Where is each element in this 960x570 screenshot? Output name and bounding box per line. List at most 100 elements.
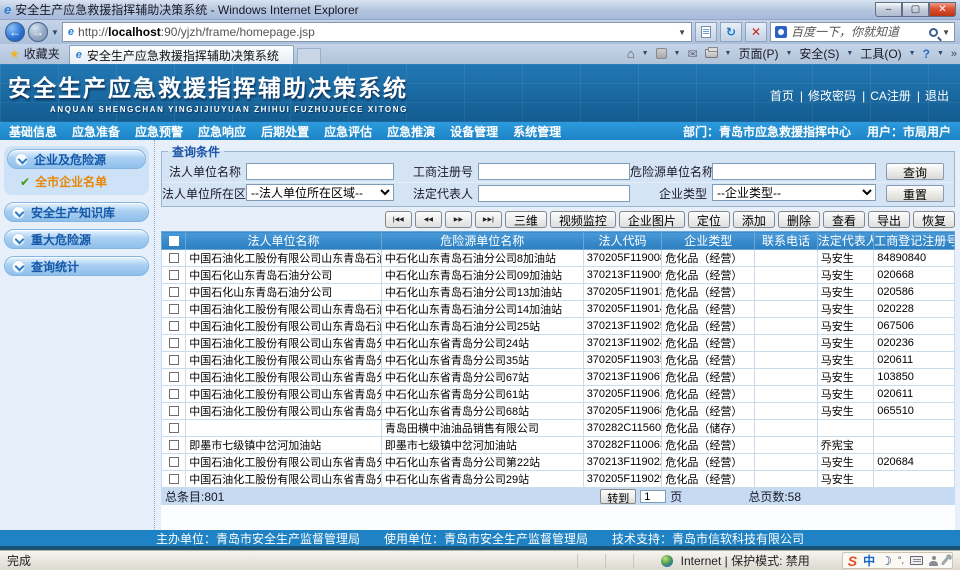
- sidebar-item-city-enterprise-list[interactable]: ✔ 全市企业名单: [7, 169, 146, 191]
- sidebar-item-enterprise-hazard[interactable]: 企业及危险源: [7, 149, 146, 169]
- table-row[interactable]: 中国石油化工股份有限公司山东青岛石油分公司 中石化山东青岛石油分公司14加油站 …: [162, 301, 955, 318]
- table-row[interactable]: 中国石油化工股份有限公司山东省青岛分公司 中石化山东省青岛分公司第22站 370…: [162, 454, 955, 471]
- menu-item[interactable]: 设备管理: [450, 123, 498, 140]
- back-button[interactable]: ←: [5, 22, 25, 42]
- new-tab-button[interactable]: [297, 48, 321, 64]
- table-row[interactable]: 中国石油化工股份有限公司山东省青岛分公司 中石化山东省青岛分公司68站 3702…: [162, 403, 955, 420]
- row-checkbox[interactable]: [169, 406, 179, 416]
- safety-menu[interactable]: 安全(S): [799, 45, 839, 62]
- table-row[interactable]: 中国石油化工股份有限公司山东省青岛分公司 中石化山东省青岛分公司67站 3702…: [162, 369, 955, 386]
- select-all-checkbox[interactable]: [169, 236, 179, 246]
- hazard-name-input[interactable]: [712, 163, 876, 180]
- header-link[interactable]: 退出: [914, 87, 952, 104]
- menu-item[interactable]: 应急推演: [387, 123, 435, 140]
- sidebar-item-query-statistics[interactable]: 查询统计: [4, 256, 149, 276]
- row-checkbox[interactable]: [169, 389, 179, 399]
- table-row[interactable]: 即墨市七级镇中岔河加油站 即墨市七级镇中岔河加油站 370282F110063 …: [162, 437, 955, 454]
- table-row[interactable]: 中国石油化工股份有限公司山东省青岛分公司 中石化山东省青岛分公司35站 3702…: [162, 352, 955, 369]
- page-menu[interactable]: 页面(P): [738, 45, 778, 62]
- table-row[interactable]: 中国石化山东青岛石油分公司 中石化山东青岛石油分公司09加油站 370213F1…: [162, 267, 955, 284]
- menu-item[interactable]: 应急响应: [198, 123, 246, 140]
- table-row[interactable]: 中国石油化工股份有限公司山东省青岛分公司 中石化山东省青岛分公司61站 3702…: [162, 386, 955, 403]
- wrench-icon[interactable]: [941, 555, 950, 565]
- table-row[interactable]: 中国石油化工股份有限公司山东青岛石油分公司 中石化山东青岛石油分公司25站 37…: [162, 318, 955, 335]
- toolbar-button[interactable]: 视频监控: [550, 211, 616, 228]
- table-row[interactable]: 中国石油化工股份有限公司山东青岛石油分公司 中石化山东青岛石油分公司8加油站 3…: [162, 250, 955, 267]
- toolbar-button[interactable]: 查看: [823, 211, 865, 228]
- reset-button[interactable]: 重置: [886, 185, 944, 202]
- toolbar-button[interactable]: 删除: [778, 211, 820, 228]
- row-checkbox[interactable]: [169, 355, 179, 365]
- close-button[interactable]: ✕: [929, 2, 956, 17]
- overflow-icon[interactable]: »: [951, 48, 957, 60]
- forward-button[interactable]: →: [28, 22, 48, 42]
- search-icon[interactable]: [929, 28, 938, 37]
- toolbar-button[interactable]: 企业图片: [619, 211, 685, 228]
- url-field[interactable]: e http://localhost:90/yjzh/frame/homepag…: [62, 22, 692, 42]
- search-dropdown-icon[interactable]: ▼: [942, 28, 950, 37]
- menu-item[interactable]: 基础信息: [9, 123, 57, 140]
- rep-input[interactable]: [478, 185, 630, 202]
- row-checkbox[interactable]: [169, 287, 179, 297]
- header-link[interactable]: CA注册: [859, 87, 914, 104]
- row-checkbox[interactable]: [169, 372, 179, 382]
- tools-menu[interactable]: 工具(O): [860, 45, 901, 62]
- table-row[interactable]: 青岛田横中油油品销售有限公司 370282C115602 危化品（储存）: [162, 420, 955, 437]
- toolbar-button[interactable]: 三维: [505, 211, 547, 228]
- record-nav-button[interactable]: ▶▶|: [475, 211, 502, 228]
- reg-no-input[interactable]: [478, 163, 630, 180]
- url-dropdown-icon[interactable]: ▼: [678, 28, 686, 37]
- menu-item[interactable]: 后期处置: [261, 123, 309, 140]
- user-icon[interactable]: [929, 556, 938, 566]
- feeds-dropdown-icon[interactable]: ▼: [674, 50, 681, 57]
- ime-punctuation-icon[interactable]: °,: [898, 556, 904, 565]
- row-checkbox[interactable]: [169, 270, 179, 280]
- table-row[interactable]: 中国石油化工股份有限公司山东省青岛分公司 中石化山东省青岛分公司29站 3702…: [162, 471, 955, 488]
- row-checkbox[interactable]: [169, 338, 179, 348]
- refresh-button[interactable]: ↻: [720, 22, 742, 42]
- row-checkbox[interactable]: [169, 440, 179, 450]
- corp-name-input[interactable]: [246, 163, 394, 180]
- home-dropdown-icon[interactable]: ▼: [642, 50, 649, 57]
- search-button[interactable]: 查询: [886, 163, 944, 180]
- region-select[interactable]: --法人单位所在区域--: [246, 184, 394, 201]
- row-checkbox[interactable]: [169, 423, 179, 433]
- header-link[interactable]: 首页: [767, 87, 797, 104]
- print-icon[interactable]: [705, 49, 718, 58]
- minimize-button[interactable]: –: [875, 2, 902, 17]
- mail-icon[interactable]: ✉: [687, 47, 697, 61]
- toolbar-button[interactable]: 定位: [688, 211, 730, 228]
- table-row[interactable]: 中国石化山东青岛石油分公司 中石化山东青岛石油分公司13加油站 370205F1…: [162, 284, 955, 301]
- toolbar-button[interactable]: 添加: [733, 211, 775, 228]
- ime-language-toggle[interactable]: 中: [863, 555, 875, 567]
- row-checkbox[interactable]: [169, 474, 179, 484]
- toolbar-button[interactable]: 恢复: [913, 211, 955, 228]
- print-dropdown-icon[interactable]: ▼: [725, 50, 732, 57]
- feeds-icon[interactable]: [656, 48, 667, 59]
- row-checkbox[interactable]: [169, 304, 179, 314]
- menu-item[interactable]: 应急评估: [324, 123, 372, 140]
- help-icon[interactable]: ?: [923, 47, 930, 61]
- row-checkbox[interactable]: [169, 457, 179, 467]
- record-nav-button[interactable]: ▶▶: [445, 211, 472, 228]
- record-nav-button[interactable]: |◀◀: [385, 211, 412, 228]
- record-nav-button[interactable]: ◀◀: [415, 211, 442, 228]
- menu-item[interactable]: 应急预警: [135, 123, 183, 140]
- compatibility-button[interactable]: [695, 22, 717, 42]
- sogou-icon[interactable]: S: [848, 554, 857, 568]
- goto-page-button[interactable]: 转到: [600, 489, 636, 504]
- search-box[interactable]: ▼: [770, 22, 955, 42]
- menu-item[interactable]: 系统管理: [513, 123, 561, 140]
- row-checkbox[interactable]: [169, 253, 179, 263]
- ime-fullwidth-icon[interactable]: ☽: [881, 555, 892, 567]
- favorites-button[interactable]: ★ 收藏夹: [3, 45, 69, 64]
- home-icon[interactable]: ⌂: [627, 46, 635, 61]
- tab-active[interactable]: e 安全生产应急救援指挥辅助决策系统: [69, 45, 294, 64]
- history-dropdown-icon[interactable]: ▼: [51, 28, 59, 37]
- keyboard-icon[interactable]: [910, 556, 923, 565]
- sidebar-item-knowledge-base[interactable]: 安全生产知识库: [4, 202, 149, 222]
- stop-button[interactable]: ✕: [745, 22, 767, 42]
- menu-item[interactable]: 应急准备: [72, 123, 120, 140]
- page-number-input[interactable]: [640, 490, 666, 503]
- table-row[interactable]: 中国石油化工股份有限公司山东省青岛分公司 中石化山东省青岛分公司24站 3702…: [162, 335, 955, 352]
